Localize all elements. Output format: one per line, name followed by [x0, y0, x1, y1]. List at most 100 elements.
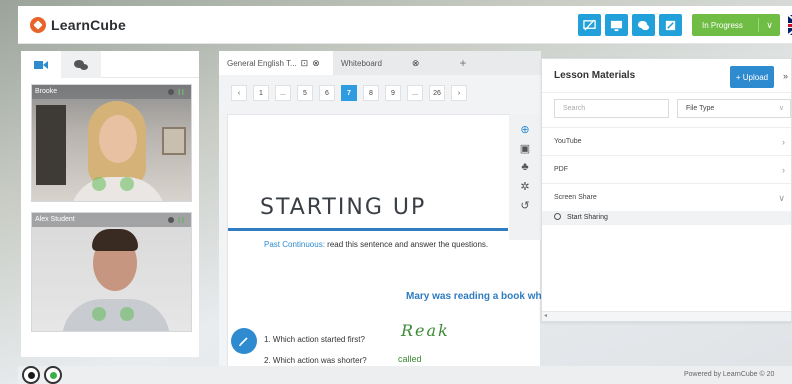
- tab-chat[interactable]: [61, 51, 101, 78]
- lesson-materials-panel: Lesson Materials + Upload » Search File …: [541, 58, 792, 322]
- uk-flag-icon[interactable]: [788, 15, 792, 35]
- file-type-select[interactable]: File Type ∨: [677, 99, 791, 118]
- pen-icon: [239, 337, 248, 346]
- top-bar: LearnCube In Progress ∨: [18, 6, 792, 44]
- chat-button[interactable]: [632, 14, 655, 36]
- tab-document-label: General English T...: [227, 58, 297, 68]
- materials-item-screen-share[interactable]: Screen Share ∨: [542, 183, 791, 211]
- current-page-button[interactable]: 7: [341, 85, 357, 101]
- document-area: General English T... ⊡ ⊗ Whiteboard ⊗ + …: [219, 51, 547, 384]
- start-sharing-label: Start Sharing: [567, 214, 608, 221]
- monitor-icon: [610, 20, 623, 31]
- learncube-logo-icon: [30, 16, 46, 33]
- signal-strength-icon: [177, 89, 185, 95]
- page-button[interactable]: 26: [429, 85, 445, 101]
- page-navigator: ‹ 1 ... 5 6 7 8 9 ... 26 ›: [231, 85, 467, 101]
- chat-bubbles-icon: [74, 59, 88, 70]
- mute-mic-button[interactable]: [92, 177, 106, 191]
- chevron-right-icon: ›: [782, 165, 785, 175]
- chevron-down-icon: ∨: [758, 18, 780, 32]
- mute-camera-button[interactable]: [120, 307, 134, 321]
- example-sentence: Mary was reading a book whe: [406, 291, 548, 302]
- close-icon[interactable]: ⊗: [312, 58, 320, 69]
- page-button[interactable]: 6: [319, 85, 335, 101]
- prev-page-button[interactable]: ‹: [231, 85, 247, 101]
- tab-whiteboard[interactable]: Whiteboard ⊗: [333, 51, 451, 75]
- file-type-label: File Type: [686, 105, 715, 112]
- materials-search-input[interactable]: Search: [554, 99, 669, 118]
- record-button[interactable]: [22, 366, 40, 384]
- gear-icon[interactable]: ✲: [518, 179, 532, 193]
- page-button[interactable]: 9: [385, 85, 401, 101]
- tab-document[interactable]: General English T... ⊡ ⊗: [219, 51, 333, 75]
- close-icon[interactable]: ⊗: [412, 58, 420, 69]
- collapse-panel-icon[interactable]: »: [783, 71, 788, 81]
- signal-strength-icon: [177, 217, 185, 223]
- page-ellipsis[interactable]: ...: [275, 85, 291, 101]
- page-button[interactable]: 5: [297, 85, 313, 101]
- video-panel-tabs: [21, 51, 199, 78]
- mute-camera-button[interactable]: [120, 177, 134, 191]
- materials-title: Lesson Materials: [554, 70, 636, 81]
- screen-share-off-button[interactable]: [578, 14, 601, 36]
- materials-filter: Search File Type ∨: [554, 99, 791, 118]
- chat-icon: [637, 20, 650, 30]
- scroll-left-icon[interactable]: ◂: [544, 312, 547, 319]
- document-sheet[interactable]: STARTING UP Past Continuous: read this s…: [227, 114, 547, 384]
- document-tabs: General English T... ⊡ ⊗ Whiteboard ⊗ +: [219, 51, 541, 75]
- mute-mic-button[interactable]: [92, 307, 106, 321]
- video-panel: Brooke Alex Student: [21, 51, 199, 357]
- horizontal-scrollbar[interactable]: ◂: [542, 311, 791, 321]
- pen-tool-button[interactable]: [231, 328, 257, 354]
- handwritten-answer-1: Reak: [401, 321, 450, 340]
- footer: Powered by LearnCube © 20: [18, 366, 792, 384]
- radio-button-icon: [554, 213, 561, 220]
- live-status-button[interactable]: [44, 366, 62, 384]
- lesson-status-dropdown[interactable]: In Progress ∨: [692, 14, 780, 36]
- edit-button[interactable]: [659, 14, 682, 36]
- video-tile-header: Alex Student: [32, 213, 191, 227]
- briefcase-icon[interactable]: ▣: [518, 141, 532, 155]
- record-icon: [27, 371, 35, 379]
- video-tile-student[interactable]: Alex Student: [31, 212, 192, 332]
- toolbar-buttons: [578, 14, 682, 36]
- handwritten-answer-2: called: [398, 354, 422, 364]
- edit-icon: [665, 20, 676, 30]
- materials-item-youtube[interactable]: YouTube ›: [542, 127, 791, 155]
- page-button[interactable]: 8: [363, 85, 379, 101]
- page-title: STARTING UP: [260, 195, 427, 220]
- add-tab-button[interactable]: +: [451, 51, 475, 75]
- instruction-text: Past Continuous: read this sentence and …: [264, 240, 488, 249]
- tab-video[interactable]: [21, 51, 61, 78]
- app-logo[interactable]: LearnCube: [30, 16, 126, 33]
- next-page-button[interactable]: ›: [451, 85, 467, 101]
- footer-controls: [22, 366, 62, 384]
- materials-item-label: YouTube: [554, 138, 582, 145]
- chevron-down-icon: ∨: [778, 193, 785, 203]
- upload-button[interactable]: + Upload: [730, 66, 774, 88]
- add-icon[interactable]: ⊕: [518, 122, 532, 136]
- page-button[interactable]: 1: [253, 85, 269, 101]
- title-divider: [228, 228, 508, 231]
- video-tile-header: Brooke: [32, 85, 191, 99]
- question-1: 1. Which action started first?: [264, 335, 365, 344]
- video-tile-teacher[interactable]: Brooke: [31, 84, 192, 202]
- instruction-rest: read this sentence and answer the questi…: [324, 240, 489, 249]
- page-ellipsis[interactable]: ...: [407, 85, 423, 101]
- monitor-button[interactable]: [605, 14, 628, 36]
- history-icon[interactable]: ↺: [518, 198, 532, 212]
- materials-item-pdf[interactable]: PDF ›: [542, 155, 791, 183]
- video-camera-icon: [34, 60, 48, 69]
- materials-item-label: PDF: [554, 166, 568, 173]
- question-2: 2. Which action was shorter?: [264, 356, 367, 365]
- unlock-icon[interactable]: ⊡: [301, 58, 309, 69]
- chevron-right-icon: ›: [782, 137, 785, 147]
- start-sharing-option[interactable]: Start Sharing: [542, 211, 791, 225]
- materials-item-label: Screen Share: [554, 194, 597, 201]
- powered-by-text: Powered by LearnCube © 20: [684, 371, 775, 378]
- bell-icon[interactable]: ♣: [518, 160, 532, 174]
- live-icon: [49, 371, 57, 379]
- instruction-highlight: Past Continuous:: [264, 240, 325, 249]
- chevron-down-icon: ∨: [778, 105, 784, 112]
- participant-name: Alex Student: [35, 216, 75, 223]
